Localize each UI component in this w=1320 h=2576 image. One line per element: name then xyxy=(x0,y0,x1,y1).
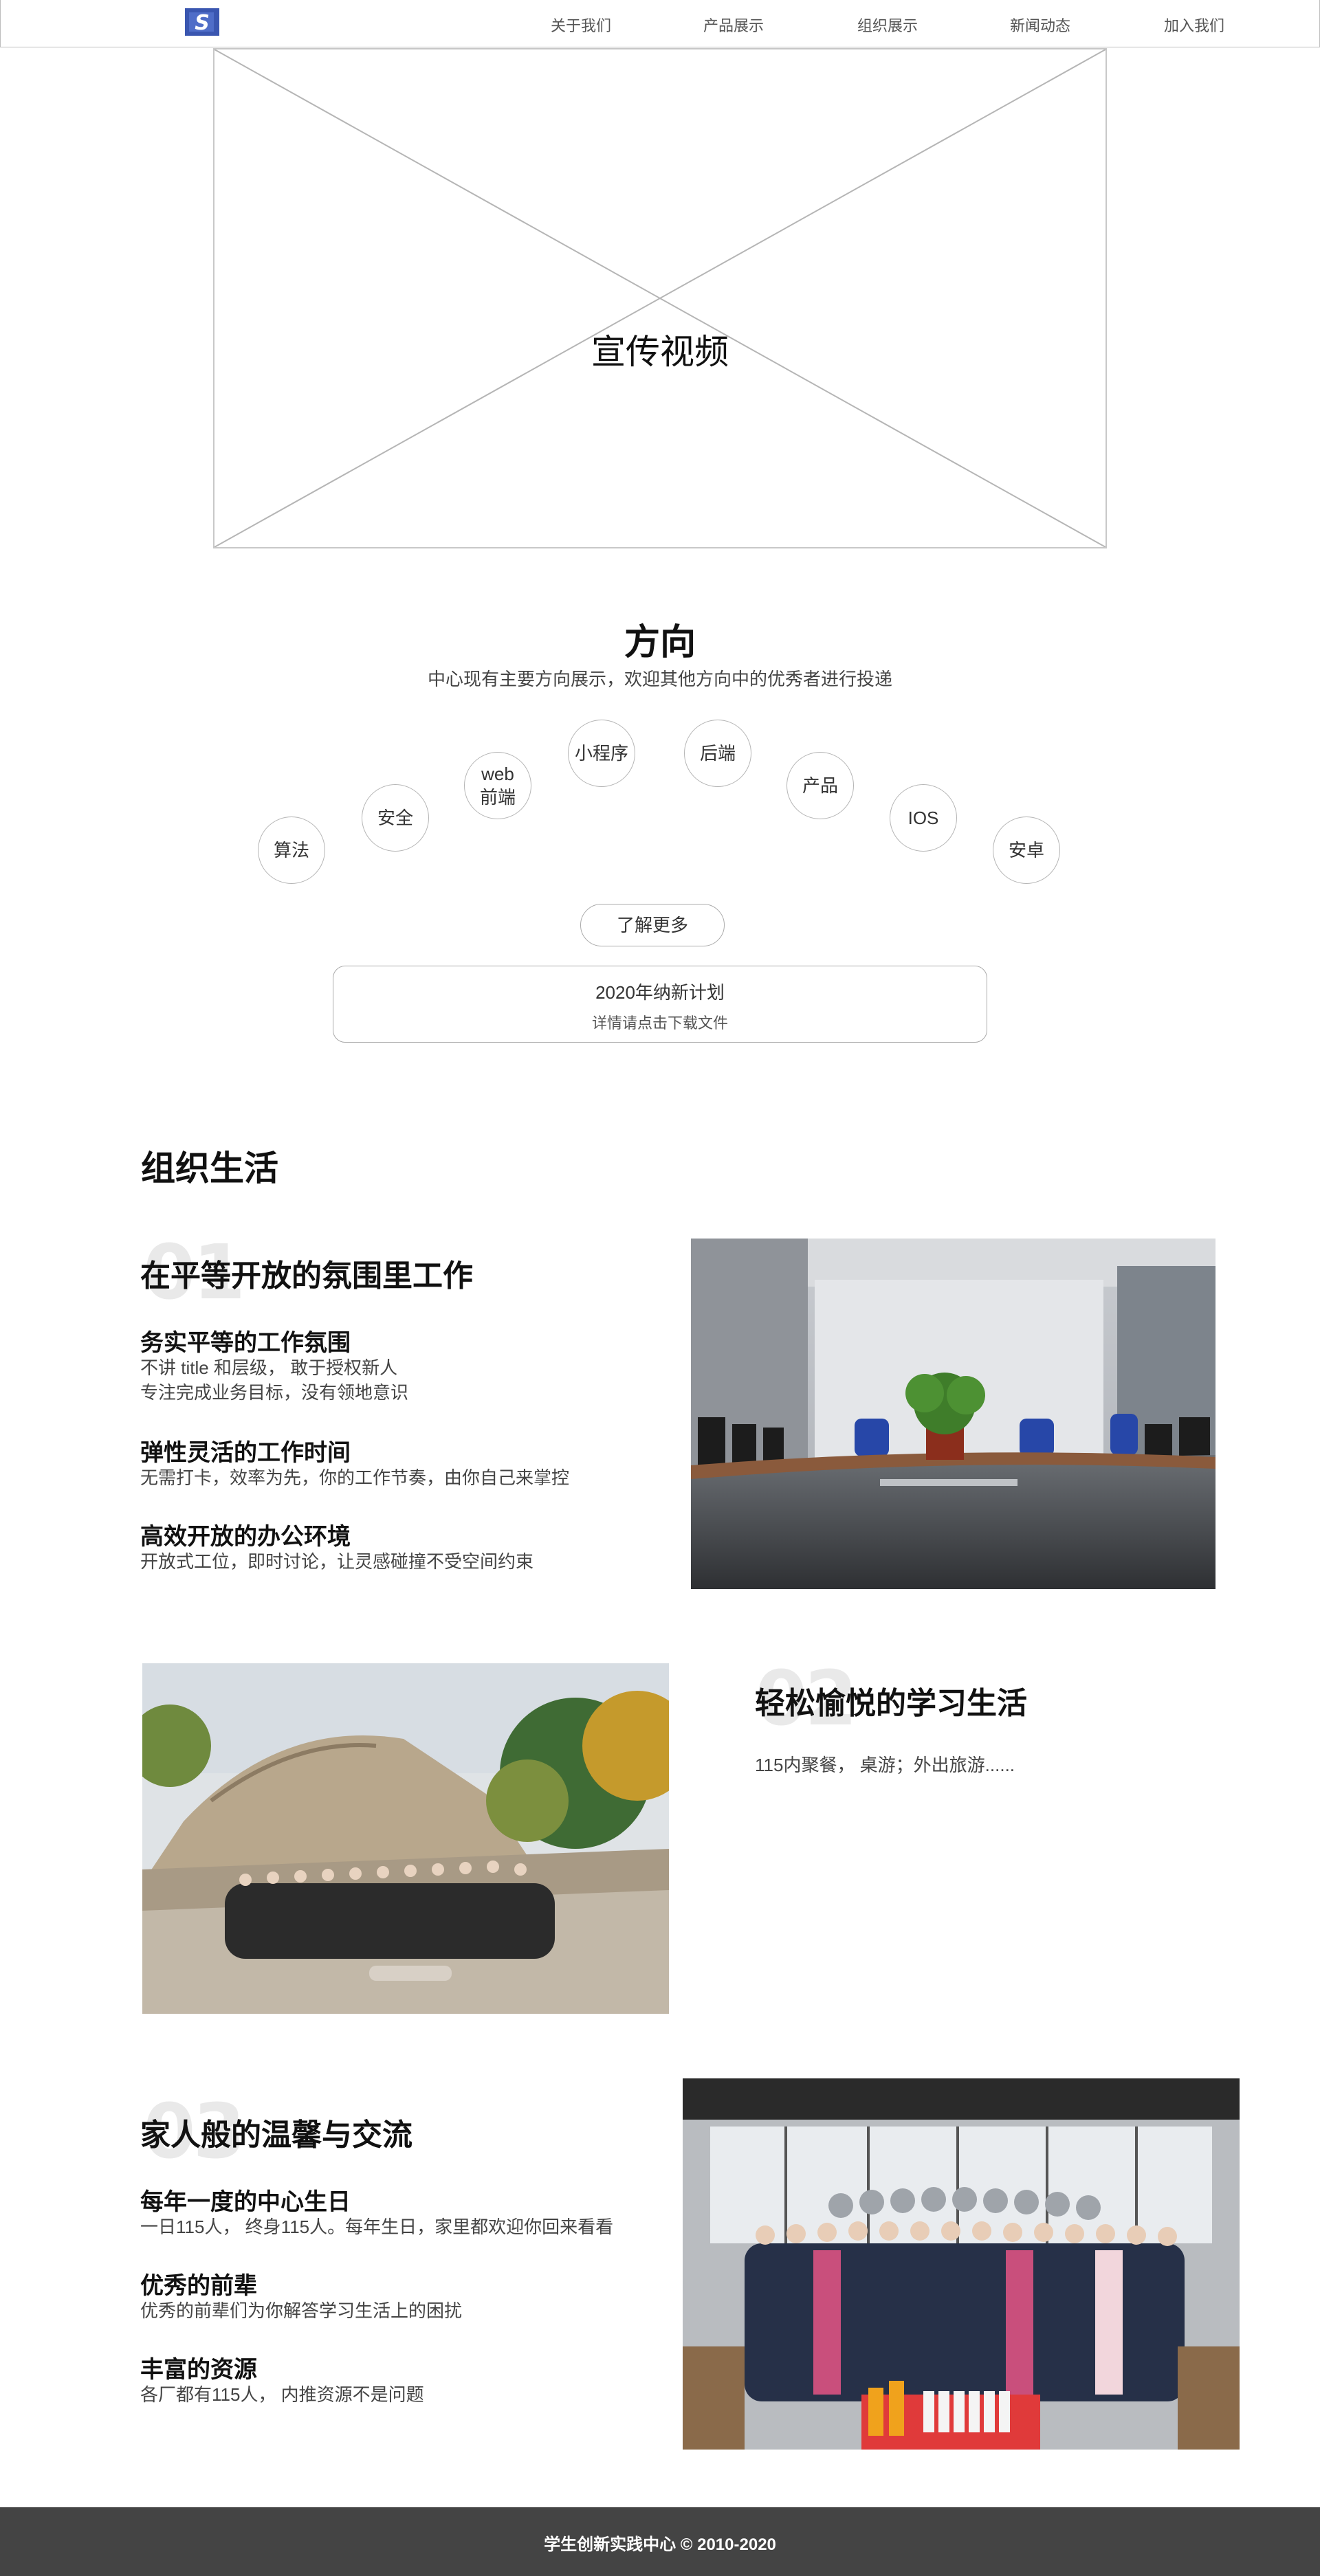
direction-product[interactable]: 产品 xyxy=(786,752,854,819)
plan-subtitle: 详情请点击下载文件 xyxy=(591,1014,728,1032)
footer-copyright: 学生创新实践中心 © 2010-2020 xyxy=(544,2535,776,2554)
learn-more-button[interactable]: 了解更多 xyxy=(580,904,725,946)
item-title: 弹性灵活的工作时间 xyxy=(140,1440,351,1466)
nav-about[interactable]: 关于我们 xyxy=(551,14,611,36)
video-title: 宣传视频 xyxy=(591,333,729,371)
placeholder-cross-icon xyxy=(214,49,1106,547)
item-title: 高效开放的办公环境 xyxy=(140,1524,351,1550)
item-desc: 不讲 title 和层级， 敢于授权新人 xyxy=(140,1357,398,1378)
item-title: 务实平等的工作氛围 xyxy=(140,1330,351,1356)
recruit-plan-download[interactable]: 2020年纳新计划 详情请点击下载文件 xyxy=(333,966,987,1043)
direction-web-frontend[interactable]: web 前端 xyxy=(464,752,531,819)
direction-subtitle: 中心现有主要方向展示，欢迎其他方向中的优秀者进行投递 xyxy=(427,669,892,689)
item-desc: 无需打卡，效率为先，你的工作节奏，由你自己来掌控 xyxy=(140,1467,570,1488)
direction-backend[interactable]: 后端 xyxy=(684,720,751,787)
direction-algorithm[interactable]: 算法 xyxy=(258,817,325,884)
site-footer: 学生创新实践中心 © 2010-2020 xyxy=(0,2507,1320,2576)
nav-organization[interactable]: 组织展示 xyxy=(857,14,918,36)
block-title: 家人般的温馨与交流 xyxy=(140,2118,412,2152)
nav-news[interactable]: 新闻动态 xyxy=(1010,14,1070,36)
item-title: 丰富的资源 xyxy=(140,2357,257,2383)
plan-title: 2020年纳新计划 xyxy=(595,982,725,1003)
direction-android[interactable]: 安卓 xyxy=(993,817,1060,884)
logo-icon[interactable]: S xyxy=(182,5,222,38)
direction-ios[interactable]: IOS xyxy=(890,784,957,852)
item-desc: 专注完成业务目标，没有领地意识 xyxy=(140,1382,409,1403)
item-desc: 一日115人， 终身115人。每年生日，家里都欢迎你回来看看 xyxy=(140,2217,614,2237)
promo-video-placeholder[interactable]: 宣传视频 xyxy=(213,48,1107,548)
block-title: 在平等开放的氛围里工作 xyxy=(140,1259,473,1293)
direction-title: 方向 xyxy=(624,623,696,663)
nav-products[interactable]: 产品展示 xyxy=(703,14,764,36)
svg-text:S: S xyxy=(195,11,210,35)
item-title: 优秀的前辈 xyxy=(140,2273,257,2299)
direction-security[interactable]: 安全 xyxy=(362,784,429,852)
birthday-photo xyxy=(683,2078,1240,2450)
org-life-title: 组织生活 xyxy=(141,1149,278,1188)
item-desc: 各厂都有115人， 内推资源不是问题 xyxy=(140,2384,424,2405)
block-desc: 115内聚餐， 桌游；外出旅游...... xyxy=(755,1755,1015,1775)
site-header: S 关于我们 产品展示 组织展示 新闻动态 加入我们 xyxy=(0,0,1320,47)
direction-miniprogram[interactable]: 小程序 xyxy=(568,720,635,787)
meeting-room-photo xyxy=(691,1239,1216,1589)
item-desc: 优秀的前辈们为你解答学习生活上的困扰 xyxy=(140,2300,463,2321)
nav-join[interactable]: 加入我们 xyxy=(1164,14,1224,36)
group-outing-photo xyxy=(142,1663,669,2014)
item-title: 每年一度的中心生日 xyxy=(140,2189,351,2215)
block-title: 轻松愉悦的学习生活 xyxy=(755,1687,1027,1720)
item-desc: 开放式工位，即时讨论，让灵感碰撞不受空间约束 xyxy=(140,1551,534,1572)
